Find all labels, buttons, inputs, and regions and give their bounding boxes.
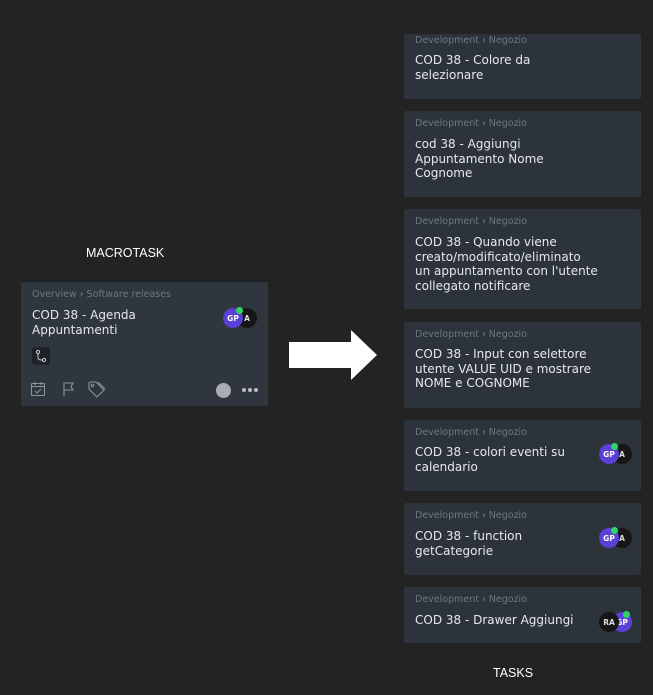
flag-icon[interactable] xyxy=(61,381,77,397)
chevron-right-icon: › xyxy=(481,216,486,227)
chevron-right-icon: › xyxy=(481,329,486,340)
breadcrumb-list[interactable]: Negozio xyxy=(489,35,527,46)
breadcrumb-project[interactable]: Development xyxy=(415,427,479,438)
breadcrumb-list[interactable]: Negozio xyxy=(489,594,527,605)
breadcrumb: Development › Negozio xyxy=(415,216,527,227)
breadcrumb-list[interactable]: Negozio xyxy=(489,216,527,227)
breadcrumb-list[interactable]: Negozio xyxy=(489,118,527,129)
assignee-avatars[interactable]: GP RA xyxy=(599,611,633,632)
breadcrumb-list[interactable]: Negozio xyxy=(489,329,527,340)
chevron-right-icon: › xyxy=(481,510,486,521)
assignee-avatars[interactable]: A GP xyxy=(599,443,633,464)
online-status-dot xyxy=(623,611,630,618)
breadcrumb-project[interactable]: Development xyxy=(415,216,479,227)
right-arrow-icon xyxy=(289,330,379,380)
calendar-check-icon[interactable] xyxy=(30,381,46,397)
breadcrumb-project[interactable]: Development xyxy=(415,118,479,129)
breadcrumb-list[interactable]: Negozio xyxy=(489,427,527,438)
task-title[interactable]: COD 38 - Quando viene creato/modificato/… xyxy=(415,235,598,293)
task-card[interactable]: Development › Negozio COD 38 - Quando vien… xyxy=(404,209,641,309)
breadcrumb: Development › Negozio xyxy=(415,594,527,605)
chevron-right-icon: › xyxy=(481,118,486,129)
subtask-branch-icon[interactable] xyxy=(32,347,50,365)
breadcrumb: Development › Negozio xyxy=(415,118,527,129)
chevron-right-icon: › xyxy=(481,594,486,605)
macrotask-label: MACROTASK xyxy=(86,246,165,260)
tag-icon[interactable] xyxy=(87,380,107,398)
task-title[interactable]: COD 38 - function getCategorie xyxy=(415,529,522,558)
task-card[interactable]: Development › Negozio COD 38 - Input con s… xyxy=(404,322,641,408)
chevron-right-icon: › xyxy=(481,35,486,46)
online-status-dot xyxy=(611,527,618,534)
breadcrumb-project[interactable]: Development xyxy=(415,329,479,340)
breadcrumb-project[interactable]: Development xyxy=(415,510,479,521)
task-title[interactable]: COD 38 - Input con selettore utente VALU… xyxy=(415,347,591,391)
breadcrumb: Development › Negozio xyxy=(415,35,527,46)
breadcrumb-list[interactable]: Software releases xyxy=(87,289,172,300)
breadcrumb-list[interactable]: Negozio xyxy=(489,510,527,521)
task-title[interactable]: COD 38 - colori eventi su calendario xyxy=(415,445,565,474)
more-dots-icon[interactable] xyxy=(241,386,259,394)
breadcrumb-project[interactable]: Development xyxy=(415,35,479,46)
task-title[interactable]: COD 38 - Drawer Aggiungi xyxy=(415,613,574,628)
breadcrumb-project[interactable]: Overview xyxy=(32,289,77,300)
tasks-label: TASKS xyxy=(493,666,534,680)
avatar[interactable]: RA xyxy=(599,612,619,632)
task-card[interactable]: Development › Negozio COD 38 - colori even… xyxy=(404,420,641,491)
task-title[interactable]: COD 38 - Colore da selezionare xyxy=(415,53,530,82)
macrotask-card[interactable]: Overview › Software releases COD 38 - Agen… xyxy=(21,280,268,406)
assignee-avatars[interactable]: A GP xyxy=(223,307,257,328)
task-card[interactable]: Development › Negozio cod 38 - Aggiungi Ap… xyxy=(404,111,641,197)
chevron-right-icon: › xyxy=(481,427,486,438)
online-status-dot xyxy=(611,443,618,450)
breadcrumb-project[interactable]: Development xyxy=(415,594,479,605)
online-status-dot xyxy=(236,307,243,314)
macrotask-title[interactable]: COD 38 - Agenda Appuntamenti xyxy=(32,308,136,337)
chevron-right-icon: › xyxy=(79,289,84,300)
breadcrumb: Development › Negozio xyxy=(415,427,527,438)
breadcrumb: Development › Negozio xyxy=(415,329,527,340)
task-card[interactable]: Development › Negozio COD 38 - Drawer Aggi… xyxy=(404,587,641,643)
task-card[interactable]: Development › Negozio COD 38 - function ge… xyxy=(404,503,641,575)
status-circle-icon[interactable] xyxy=(216,383,231,398)
breadcrumb: Development › Negozio xyxy=(415,510,527,521)
breadcrumb: Overview › Software releases xyxy=(32,289,171,300)
task-title[interactable]: cod 38 - Aggiungi Appuntamento Nome Cogn… xyxy=(415,137,544,181)
task-card[interactable]: Development › Negozio COD 38 - Colore da s… xyxy=(404,34,641,99)
assignee-avatars[interactable]: A GP xyxy=(599,527,633,548)
